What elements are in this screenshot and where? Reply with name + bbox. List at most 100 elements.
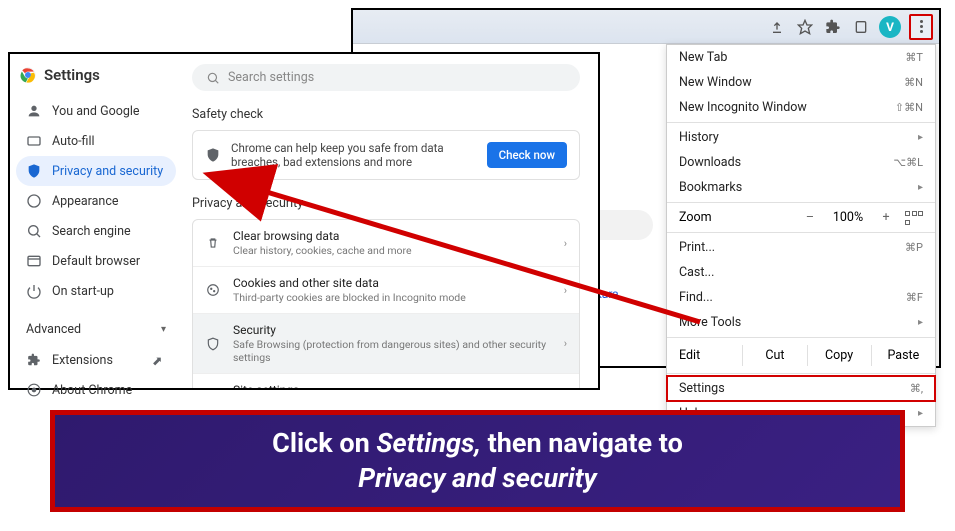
title: Cookies and other site data xyxy=(233,276,552,290)
label: Advanced xyxy=(26,322,81,337)
cut-button[interactable]: Cut xyxy=(742,345,806,366)
shortcut: ⌘P xyxy=(905,241,923,254)
shortcut: ⌘T xyxy=(905,51,923,64)
edit-label: Edit xyxy=(667,345,742,366)
chevron-right-icon: › xyxy=(564,237,567,250)
chevron-right-icon: › xyxy=(564,337,567,350)
label: More Tools xyxy=(679,315,741,330)
nav-autofill[interactable]: Auto-fill xyxy=(16,126,176,156)
check-now-button[interactable]: Check now xyxy=(487,142,567,168)
nav-search-engine[interactable]: Search engine xyxy=(16,216,176,246)
privacy-security-heading: Privacy and security xyxy=(192,196,580,211)
row-site-settings[interactable]: Site settingsControls what information s… xyxy=(193,373,579,388)
placeholder: Search settings xyxy=(228,70,314,85)
menu-more-tools[interactable]: More Tools▸ xyxy=(667,310,935,335)
search-icon xyxy=(206,71,220,85)
menu-zoom: Zoom – 100% + xyxy=(667,205,935,230)
nav-advanced[interactable]: Advanced ▾ xyxy=(16,314,176,345)
label: New Window xyxy=(679,75,752,90)
copy-button[interactable]: Copy xyxy=(807,345,871,366)
menu-settings[interactable]: Settings⌘, xyxy=(667,376,935,401)
label: Auto-fill xyxy=(52,134,95,149)
search-settings-input[interactable]: Search settings xyxy=(192,64,580,91)
menu-separator xyxy=(667,232,935,233)
privacy-list: Clear browsing dataClear history, cookie… xyxy=(192,219,580,388)
shortcut: ⌘N xyxy=(904,76,923,89)
shortcut: ⇧⌘N xyxy=(895,101,923,114)
nav-you-and-google[interactable]: You and Google xyxy=(16,96,176,126)
trash-icon xyxy=(205,235,221,251)
star-icon[interactable] xyxy=(795,17,815,37)
label: About Chrome xyxy=(52,383,132,398)
label: Default browser xyxy=(52,254,140,269)
title: Clear browsing data xyxy=(233,229,552,243)
reading-list-icon[interactable] xyxy=(851,17,871,37)
menu-new-window[interactable]: New Window ⌘N xyxy=(667,70,935,95)
nav-appearance[interactable]: Appearance xyxy=(16,186,176,216)
label: Appearance xyxy=(52,194,119,209)
nav-on-startup[interactable]: On start-up xyxy=(16,276,176,306)
instruction-caption: Click on Settings, then navigate to Priv… xyxy=(50,410,905,512)
settings-title-row: Settings xyxy=(16,66,176,84)
chevron-down-icon: ▾ xyxy=(161,324,166,335)
safety-check-heading: Safety check xyxy=(192,107,580,122)
paste-button[interactable]: Paste xyxy=(871,345,935,366)
nav-extensions[interactable]: Extensions⬈ xyxy=(16,345,176,375)
nav-about-chrome[interactable]: About Chrome xyxy=(16,375,176,405)
menu-print[interactable]: Print... ⌘P xyxy=(667,235,935,260)
menu-new-tab[interactable]: New Tab ⌘T xyxy=(667,45,935,70)
shortcut: ⌥⌘L xyxy=(893,156,923,169)
subtitle: Safe Browsing (protection from dangerous… xyxy=(233,338,552,364)
share-icon[interactable] xyxy=(767,17,787,37)
safety-text: Chrome can help keep you safe from data … xyxy=(231,141,477,169)
extensions-icon[interactable] xyxy=(823,17,843,37)
shortcut: ⌘F xyxy=(906,291,923,304)
menu-separator xyxy=(667,122,935,123)
label: On start-up xyxy=(52,284,114,299)
lock-shield-icon xyxy=(205,336,221,352)
caption-text: Click on Settings, then navigate to Priv… xyxy=(272,426,683,496)
zoom-out-button[interactable]: – xyxy=(801,210,819,225)
menu-new-incognito[interactable]: New Incognito Window⇧⌘N xyxy=(667,95,935,120)
title: Site settings xyxy=(233,383,552,388)
subtitle: Clear history, cookies, cache and more xyxy=(233,244,552,257)
nav-privacy-security[interactable]: Privacy and security xyxy=(16,156,176,186)
power-icon xyxy=(26,283,42,299)
menu-downloads[interactable]: Downloads⌥⌘L xyxy=(667,150,935,175)
row-cookies[interactable]: Cookies and other site dataThird-party c… xyxy=(193,266,579,313)
profile-avatar[interactable]: V xyxy=(879,16,901,38)
label: Cast... xyxy=(679,265,714,280)
label: Settings xyxy=(679,381,725,396)
browser-toolbar: V xyxy=(353,10,939,44)
settings-sidebar: Settings You and Google Auto-fill Privac… xyxy=(10,54,182,388)
t-em: Privacy and security xyxy=(358,462,597,494)
chrome-menu-button[interactable] xyxy=(909,14,933,40)
label: Print... xyxy=(679,240,715,255)
row-security[interactable]: SecuritySafe Browsing (protection from d… xyxy=(193,313,579,373)
shield-icon xyxy=(26,163,42,179)
row-clear-browsing-data[interactable]: Clear browsing dataClear history, cookie… xyxy=(193,220,579,266)
menu-edit-row: Edit Cut Copy Paste xyxy=(667,340,935,371)
chevron-right-icon: ▸ xyxy=(918,132,923,143)
fullscreen-icon[interactable] xyxy=(905,211,923,225)
menu-cast[interactable]: Cast... xyxy=(667,260,935,285)
label: Find... xyxy=(679,290,713,305)
label: You and Google xyxy=(52,104,140,119)
settings-title: Settings xyxy=(44,66,100,84)
menu-separator xyxy=(667,337,935,338)
label: Search engine xyxy=(52,224,131,239)
search-icon xyxy=(26,223,42,239)
label: Privacy and security xyxy=(52,164,163,179)
menu-bookmarks[interactable]: Bookmarks▸ xyxy=(667,175,935,200)
chevron-right-icon: › xyxy=(564,284,567,297)
t: Click on xyxy=(272,427,376,459)
subtitle: Third-party cookies are blocked in Incog… xyxy=(233,291,552,304)
chevron-right-icon: ▸ xyxy=(918,408,923,419)
settings-window: Settings You and Google Auto-fill Privac… xyxy=(8,52,600,390)
title: Security xyxy=(233,323,552,337)
zoom-in-button[interactable]: + xyxy=(877,210,895,225)
label: New Tab xyxy=(679,50,727,65)
nav-default-browser[interactable]: Default browser xyxy=(16,246,176,276)
menu-history[interactable]: History▸ xyxy=(667,125,935,150)
menu-find[interactable]: Find... ⌘F xyxy=(667,285,935,310)
